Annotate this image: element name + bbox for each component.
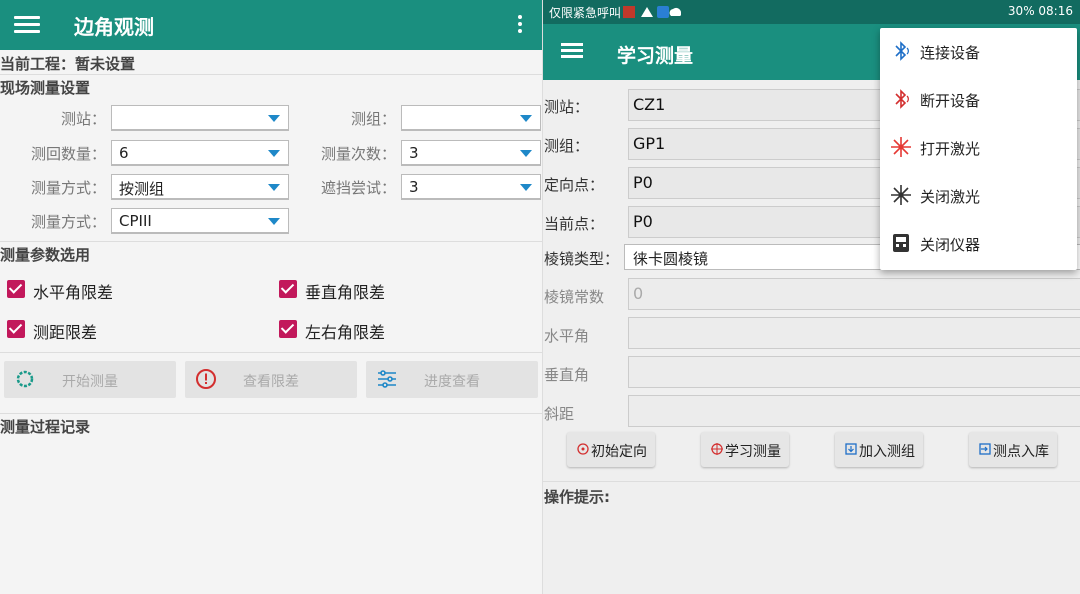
- left-app-bar: 边角观测: [0, 0, 542, 50]
- divider: [0, 413, 542, 414]
- check-tolerance-button[interactable]: 查看限差: [185, 361, 357, 398]
- vertical-angle-field[interactable]: [628, 356, 1080, 388]
- current-point-label: 当前点：: [544, 215, 605, 233]
- rounds-label: 测回数量：: [30, 145, 106, 163]
- operation-hint-label: 操作提示:: [544, 488, 610, 506]
- target-icon: [577, 443, 589, 455]
- vertical-tolerance-checkbox[interactable]: [279, 280, 297, 298]
- times-label: 测量次数：: [320, 145, 396, 163]
- rounds-select[interactable]: 6: [111, 140, 289, 166]
- leftright-tolerance-label: 左右角限差: [305, 323, 386, 342]
- start-measure-label: 开始测量: [62, 374, 118, 390]
- crosshair-icon: [711, 443, 723, 455]
- prism-constant-field[interactable]: 0: [628, 278, 1080, 310]
- menu-item-laser-on[interactable]: 打开激光: [880, 124, 1077, 172]
- group-select[interactable]: [401, 105, 541, 131]
- vertical-angle-label: 垂直角: [544, 366, 590, 384]
- leftright-tolerance-checkbox[interactable]: [279, 320, 297, 338]
- view-progress-label: 进度查看: [424, 374, 480, 390]
- distance-tolerance-checkbox[interactable]: [7, 320, 25, 338]
- station-select[interactable]: [111, 105, 289, 131]
- menu-item-disconnect[interactable]: 断开设备: [880, 76, 1077, 124]
- menu-item-disconnect-label: 断开设备: [920, 92, 981, 110]
- dropdown-arrow-icon: [268, 115, 280, 122]
- occlusion-label: 遮挡尝试：: [320, 179, 396, 197]
- instrument-icon: [893, 234, 909, 252]
- bluetooth-icon: [895, 41, 909, 61]
- divider: [543, 481, 1080, 482]
- store-point-button[interactable]: 测点入库: [969, 432, 1057, 467]
- horizontal-tolerance-checkbox[interactable]: [7, 280, 25, 298]
- check-tolerance-label: 查看限差: [243, 374, 299, 390]
- slope-distance-label: 斜距: [544, 405, 575, 423]
- horizontal-angle-label: 水平角: [544, 327, 590, 345]
- station-label: 测站：: [60, 110, 106, 128]
- times-select[interactable]: 3: [401, 140, 541, 166]
- dropdown-arrow-icon: [520, 115, 532, 122]
- dropdown-arrow-icon: [520, 184, 532, 191]
- divider: [0, 352, 542, 353]
- section-settings-title: 现场测量设置: [0, 79, 91, 97]
- group-label: 测组：: [544, 137, 590, 155]
- dropdown-arrow-icon: [268, 150, 280, 157]
- divider: [0, 74, 542, 75]
- method2-select[interactable]: CPIII: [111, 208, 289, 234]
- device-popup-menu: 连接设备 断开设备 打开激光 关闭激光 关闭仪器: [880, 28, 1077, 270]
- left-pane: 边角观测 当前工程：暂未设置 现场测量设置 测站： 测组： 测回数量： 6 测量…: [0, 0, 542, 594]
- divider: [0, 241, 542, 242]
- start-measure-button[interactable]: 开始测量: [4, 361, 176, 398]
- hamburger-menu-icon[interactable]: [561, 40, 583, 62]
- dropdown-arrow-icon: [268, 218, 280, 225]
- menu-item-laser-on-label: 打开激光: [920, 140, 981, 158]
- hamburger-menu-icon[interactable]: [14, 12, 40, 38]
- occlusion-select[interactable]: 3: [401, 174, 541, 200]
- status-carrier-text: 仅限紧急呼叫: [549, 6, 622, 20]
- laser-on-icon: [891, 137, 911, 157]
- init-orient-button[interactable]: 初始定向: [567, 432, 655, 467]
- station-label: 测站：: [544, 98, 590, 116]
- status-bar: 仅限紧急呼叫 30% 08:16: [543, 0, 1080, 24]
- bluetooth-disabled-icon: [895, 89, 909, 109]
- measurement-log-title: 测量过程记录: [0, 418, 91, 436]
- menu-item-laser-off[interactable]: 关闭激光: [880, 172, 1077, 220]
- current-project: 当前工程：暂未设置: [0, 55, 136, 73]
- view-progress-button[interactable]: 进度查看: [366, 361, 538, 398]
- menu-item-connect-label: 连接设备: [920, 44, 981, 62]
- more-options-icon[interactable]: [510, 12, 530, 38]
- prism-constant-label: 棱镜常数: [544, 288, 605, 306]
- store-point-label: 测点入库: [993, 444, 1049, 460]
- dropdown-arrow-icon: [520, 150, 532, 157]
- menu-item-laser-off-label: 关闭激光: [920, 188, 981, 206]
- horizontal-angle-field[interactable]: [628, 317, 1080, 349]
- menu-item-shutdown-label: 关闭仪器: [920, 236, 981, 254]
- menu-item-connect[interactable]: 连接设备: [880, 28, 1077, 76]
- horizontal-tolerance-label: 水平角限差: [33, 283, 114, 302]
- dropdown-arrow-icon: [268, 184, 280, 191]
- section-params-title: 测量参数选用: [0, 246, 91, 264]
- method-label: 测量方式：: [30, 179, 106, 197]
- distance-tolerance-label: 测距限差: [33, 323, 98, 342]
- vertical-tolerance-label: 垂直角限差: [305, 283, 386, 302]
- group-label: 测组：: [350, 110, 396, 128]
- slope-distance-field[interactable]: [628, 395, 1080, 427]
- add-group-label: 加入测组: [859, 444, 915, 460]
- download-icon: [845, 443, 857, 455]
- init-orient-label: 初始定向: [591, 444, 647, 460]
- import-icon: [979, 443, 991, 455]
- method-select[interactable]: 按测组: [111, 174, 289, 200]
- status-battery-time: 30% 08:16: [1007, 4, 1073, 18]
- left-page-title: 边角观测: [74, 15, 154, 39]
- right-page-title: 学习测量: [617, 45, 694, 67]
- method2-label: 测量方式：: [30, 213, 106, 231]
- prism-type-label: 棱镜类型：: [544, 250, 620, 268]
- orient-point-label: 定向点：: [544, 176, 605, 194]
- notification-icons: [623, 6, 681, 18]
- menu-item-shutdown[interactable]: 关闭仪器: [880, 220, 1077, 268]
- laser-off-icon: [891, 185, 911, 205]
- add-group-button[interactable]: 加入测组: [835, 432, 923, 467]
- learn-measure-button[interactable]: 学习测量: [701, 432, 789, 467]
- learn-measure-label: 学习测量: [725, 444, 781, 460]
